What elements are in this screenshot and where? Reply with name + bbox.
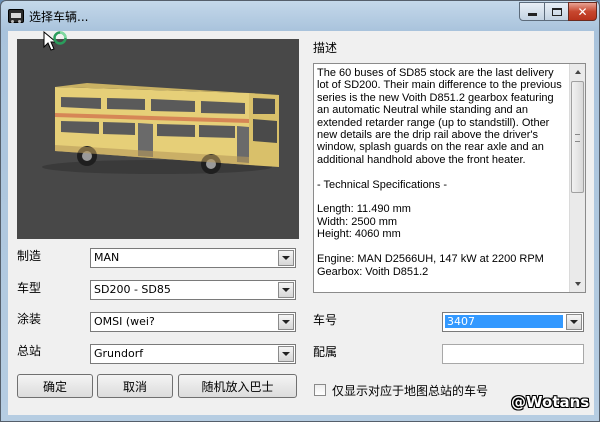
vehicle-number-value: 3407 — [445, 315, 563, 328]
vehicle-number-label: 车号 — [313, 313, 338, 327]
depot-select[interactable]: Grundorf — [90, 344, 296, 364]
chevron-down-icon[interactable] — [278, 346, 294, 362]
scroll-thumb[interactable] — [571, 81, 584, 193]
chevron-down-icon[interactable] — [278, 282, 294, 298]
dialog-window: 选择车辆... ✕ 制造 MAN 车型 SD200 - SD85 涂装 OMSI… — [0, 0, 600, 422]
bus-render — [42, 83, 279, 174]
cursor-busy-icon — [43, 31, 67, 51]
livery-value: OMSI (wei? — [94, 315, 155, 328]
ok-button[interactable]: 确定 — [17, 374, 93, 398]
manufacturer-select[interactable]: MAN — [90, 248, 296, 268]
close-button[interactable]: ✕ — [568, 2, 597, 21]
assignment-field[interactable] — [442, 344, 584, 364]
chevron-down-icon[interactable] — [278, 314, 294, 330]
dialog-client-area: 制造 MAN 车型 SD200 - SD85 涂装 OMSI (wei? 总站 … — [8, 31, 594, 415]
depot-filter-checkbox[interactable] — [314, 384, 326, 396]
description-scrollbar[interactable] — [569, 64, 585, 292]
livery-select[interactable]: OMSI (wei? — [90, 312, 296, 332]
close-icon: ✕ — [577, 4, 588, 19]
livery-label: 涂装 — [17, 312, 42, 326]
manufacturer-value: MAN — [94, 251, 120, 264]
title-bar[interactable]: 选择车辆... ✕ — [1, 1, 599, 31]
description-textbox[interactable]: The 60 buses of SD85 stock are the last … — [313, 63, 586, 293]
vehicle-preview[interactable] — [17, 39, 299, 239]
model-select[interactable]: SD200 - SD85 — [90, 280, 296, 300]
minimize-icon — [527, 13, 537, 16]
chevron-down-icon[interactable] — [566, 314, 582, 330]
maximize-button[interactable] — [544, 2, 569, 21]
description-heading: 描述 — [313, 41, 338, 55]
chevron-down-icon[interactable] — [278, 250, 294, 266]
model-label: 车型 — [17, 281, 42, 295]
description-text: The 60 buses of SD85 stock are the last … — [317, 67, 562, 278]
scroll-down-icon[interactable] — [570, 276, 585, 292]
depot-value: Grundorf — [94, 347, 144, 360]
scroll-up-icon[interactable] — [570, 64, 585, 80]
maximize-icon — [551, 7, 562, 16]
model-value: SD200 - SD85 — [94, 283, 171, 296]
depot-filter-label[interactable]: 仅显示对应于地图总站的车号 — [332, 382, 488, 399]
app-bus-icon — [8, 9, 24, 23]
cancel-button[interactable]: 取消 — [97, 374, 173, 398]
depot-label: 总站 — [17, 344, 42, 358]
minimize-button[interactable] — [519, 2, 545, 21]
assignment-label: 配属 — [313, 345, 338, 359]
watermark-text: @Wotans — [511, 393, 590, 411]
window-title: 选择车辆... — [29, 10, 89, 24]
vehicle-number-select[interactable]: 3407 — [442, 312, 584, 332]
manufacturer-label: 制造 — [17, 249, 42, 263]
random-bus-button[interactable]: 随机放入巴士 — [178, 374, 297, 398]
